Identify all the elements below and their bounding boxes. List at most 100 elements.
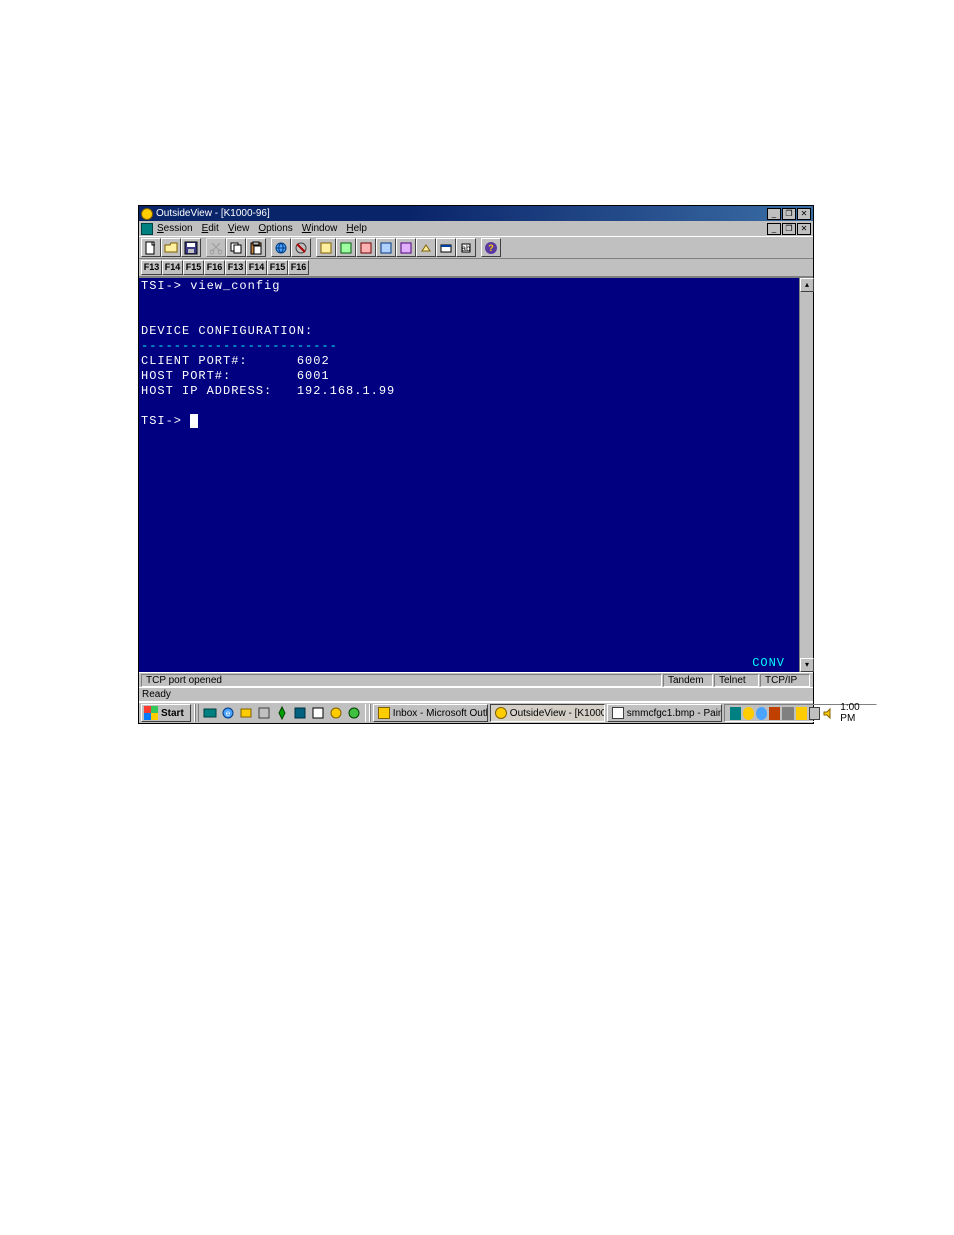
mdi-restore-button[interactable]: ❐ [782, 223, 796, 235]
toolbar-btn-1[interactable] [316, 238, 336, 257]
toolbar-save-button[interactable] [181, 238, 201, 257]
tray-icon-2[interactable] [743, 707, 754, 720]
task-label: smmcfgc1.bmp - Paint [627, 708, 722, 719]
mdi-close-button[interactable]: ✕ [797, 223, 811, 235]
scroll-up-button[interactable]: ▴ [800, 278, 814, 292]
outer-titlebar[interactable]: OutsideView - [K1000-96] _ ❐ ✕ [139, 206, 813, 221]
ready-bar: Ready [139, 687, 813, 701]
mdi-window-controls: _ ❐ ✕ [766, 223, 811, 235]
ql-app7-icon[interactable] [310, 705, 326, 721]
ql-app6-icon[interactable] [292, 705, 308, 721]
task-outlook[interactable]: Inbox - Microsoft Outlook [373, 704, 488, 722]
term-row1: CLIENT PORT#: 6002 [141, 354, 330, 368]
term-row2: HOST PORT#: 6001 [141, 369, 330, 383]
fkey-bar: F13 F14 F15 F16 F13 F14 F15 F16 [139, 259, 813, 277]
ql-app8-icon[interactable] [328, 705, 344, 721]
paint-icon [612, 707, 624, 719]
tray-icon-3[interactable] [756, 707, 767, 720]
tray-clock[interactable]: 1:00 PM [840, 702, 872, 724]
fkey-f14b[interactable]: F14 [246, 260, 267, 275]
system-tray: 1:00 PM [724, 704, 877, 722]
tray-icon-7[interactable] [809, 707, 820, 720]
toolbar-btn-2[interactable] [336, 238, 356, 257]
start-button[interactable]: Start [141, 704, 191, 722]
toolbar-btn-6[interactable] [416, 238, 436, 257]
tray-icon-1[interactable] [730, 707, 741, 720]
taskbar-grip-2[interactable] [369, 704, 371, 722]
mdi-doc-icon[interactable] [141, 223, 153, 235]
term-row3: HOST IP ADDRESS: 192.168.1.99 [141, 384, 395, 398]
vertical-scrollbar[interactable]: ▴ ▾ [799, 278, 813, 672]
toolbar-new-button[interactable] [141, 238, 161, 257]
toolbar-paste-button[interactable] [246, 238, 266, 257]
ql-app5-icon[interactable] [274, 705, 290, 721]
ready-label: Ready [142, 689, 171, 700]
toolbar-btn-3[interactable] [356, 238, 376, 257]
toolbar-btn-8[interactable]: ab [456, 238, 476, 257]
fkey-f13a[interactable]: F13 [141, 260, 162, 275]
toolbar-connect-button[interactable] [271, 238, 291, 257]
task-paint[interactable]: smmcfgc1.bmp - Paint [607, 704, 722, 722]
task-outsideview[interactable]: OutsideView - [K1000... [490, 704, 605, 722]
ql-ie-icon[interactable]: e [220, 705, 236, 721]
taskbar-grip[interactable] [194, 704, 196, 722]
close-button[interactable]: ✕ [797, 208, 811, 220]
terminal-wrap: TSI-> view_config DEVICE CONFIGURATION: … [139, 277, 813, 672]
mdi-minimize-button[interactable]: _ [767, 223, 781, 235]
menu-view[interactable]: View [228, 223, 250, 234]
cursor-icon [190, 414, 198, 428]
start-label: Start [161, 708, 184, 719]
term-header: DEVICE CONFIGURATION: [141, 324, 313, 338]
windows-logo-icon [144, 706, 158, 720]
tray-icon-6[interactable] [796, 707, 807, 720]
ql-desktop-icon[interactable] [202, 705, 218, 721]
fkey-f14a[interactable]: F14 [162, 260, 183, 275]
quick-launch: e [198, 704, 366, 722]
fkey-f15b[interactable]: F15 [267, 260, 288, 275]
minimize-button[interactable]: _ [767, 208, 781, 220]
restore-button[interactable]: ❐ [782, 208, 796, 220]
ql-outlook-icon[interactable] [238, 705, 254, 721]
menu-edit[interactable]: Edit [202, 223, 219, 234]
fkey-f16b[interactable]: F16 [288, 260, 309, 275]
toolbar-help-button[interactable]: ? [481, 238, 501, 257]
scroll-down-button[interactable]: ▾ [800, 658, 814, 672]
app-window: OutsideView - [K1000-96] _ ❐ ✕ Session E… [138, 205, 814, 724]
term-line-cmd: TSI-> view_config [141, 279, 280, 293]
tray-icon-4[interactable] [769, 707, 780, 720]
menu-help[interactable]: Help [346, 223, 367, 234]
toolbar-cut-button[interactable] [206, 238, 226, 257]
toolbar: ab ? [139, 236, 813, 259]
outlook-icon [378, 707, 390, 719]
outsideview-icon [495, 707, 507, 719]
app-icon [141, 208, 153, 220]
toolbar-copy-button[interactable] [226, 238, 246, 257]
ql-app9-icon[interactable] [346, 705, 362, 721]
fkey-f16a[interactable]: F16 [204, 260, 225, 275]
menu-session[interactable]: Session [157, 223, 193, 234]
status-bar: TCP port opened Tandem Telnet TCP/IP [139, 672, 813, 687]
toolbar-btn-5[interactable] [396, 238, 416, 257]
task-buttons: Inbox - Microsoft Outlook OutsideView - … [373, 704, 722, 722]
toolbar-open-button[interactable] [161, 238, 181, 257]
fkey-f15a[interactable]: F15 [183, 260, 204, 275]
term-rule: ------------------------ [141, 339, 338, 353]
toolbar-btn-7[interactable] [436, 238, 456, 257]
task-label: OutsideView - [K1000... [510, 708, 605, 719]
menu-window[interactable]: Window [302, 223, 338, 234]
svg-text:e: e [226, 709, 231, 718]
ql-app4-icon[interactable] [256, 705, 272, 721]
outer-window-controls: _ ❐ ✕ [766, 208, 811, 220]
menu-options[interactable]: Options [258, 223, 292, 234]
tray-icon-5[interactable] [782, 707, 793, 720]
toolbar-disconnect-button[interactable] [291, 238, 311, 257]
svg-text:ab: ab [462, 244, 471, 253]
terminal[interactable]: TSI-> view_config DEVICE CONFIGURATION: … [139, 278, 799, 672]
term-prompt: TSI-> [141, 414, 198, 428]
tray-volume-icon[interactable] [822, 707, 835, 720]
toolbar-btn-4[interactable] [376, 238, 396, 257]
windows-taskbar: Start e Inbox - Microsoft Outlook Outsid… [139, 701, 813, 723]
status-message: TCP port opened [141, 674, 662, 687]
fkey-f13b[interactable]: F13 [225, 260, 246, 275]
status-transport: TCP/IP [760, 674, 810, 687]
